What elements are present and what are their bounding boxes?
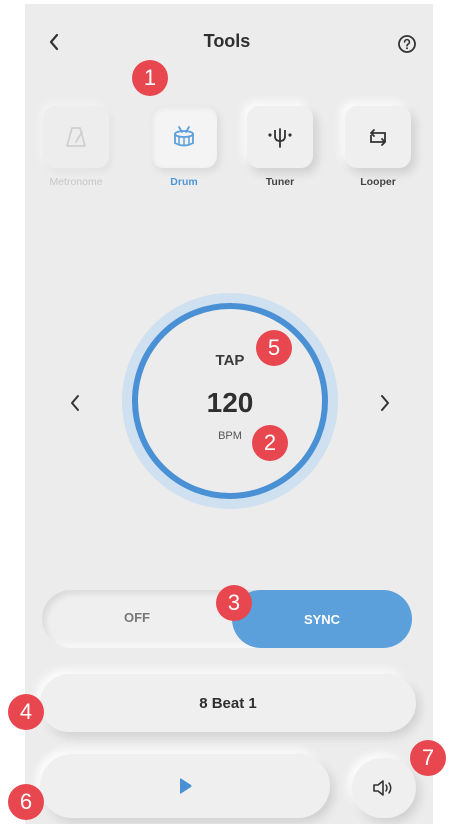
help-button[interactable] [396, 33, 418, 55]
tool-tuner[interactable]: Tuner [244, 106, 316, 198]
annotation-marker: 3 [216, 585, 252, 621]
chevron-left-icon [71, 395, 79, 411]
beat-pattern-selector[interactable]: 8 Beat 1 [40, 674, 416, 732]
bpm-value: 120 [206, 387, 254, 418]
toggle-sync-option[interactable]: SYNC [232, 590, 412, 648]
play-button[interactable] [40, 754, 330, 818]
annotation-marker: 2 [252, 425, 288, 461]
sound-button[interactable] [352, 758, 416, 818]
bpm-unit: BPM [218, 430, 242, 442]
looper-icon [370, 129, 386, 146]
tempo-decrease-button[interactable] [62, 388, 88, 418]
tool-tile [345, 106, 411, 168]
drum-icon [174, 126, 194, 147]
help-icon [398, 35, 416, 53]
tool-drum[interactable]: Drum [148, 106, 220, 198]
tool-label: Tuner [265, 176, 295, 188]
tool-tile [151, 106, 217, 168]
tool-looper[interactable]: Looper [342, 106, 414, 198]
play-icon [180, 778, 192, 794]
tool-metronome[interactable]: Metronome [40, 106, 112, 198]
tool-tile [43, 106, 109, 168]
annotation-marker: 5 [256, 330, 292, 366]
tempo-increase-button[interactable] [372, 388, 398, 418]
annotation-marker: 7 [410, 740, 446, 776]
annotation-marker: 1 [132, 60, 168, 96]
tool-tile [247, 106, 313, 168]
tool-label: Metronome [49, 176, 103, 188]
annotation-marker: 6 [8, 784, 44, 820]
speaker-icon [373, 780, 392, 796]
tool-label: Drum [170, 176, 198, 188]
metronome-icon [66, 127, 86, 147]
page-title: Tools [203, 31, 251, 51]
toggle-off-option[interactable]: OFF [42, 610, 232, 625]
tuner-icon [268, 128, 292, 148]
tap-button-label[interactable]: TAP [122, 352, 338, 369]
tool-label: Looper [360, 176, 396, 188]
chevron-right-icon [381, 395, 389, 411]
annotation-marker: 4 [8, 694, 44, 730]
